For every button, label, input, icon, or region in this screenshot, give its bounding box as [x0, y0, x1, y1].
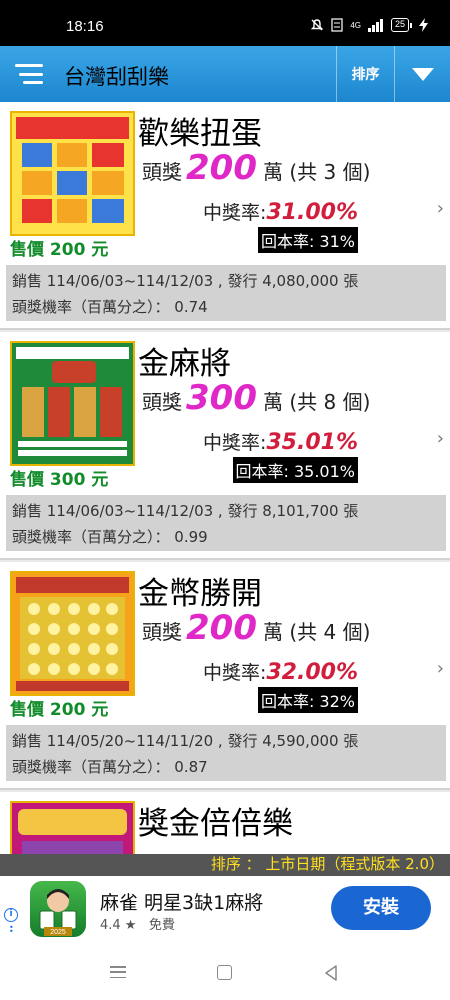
- ad-price: 免費: [148, 918, 175, 933]
- ticket-image: [10, 111, 135, 236]
- sort-status-banner: 排序 ： 上市日期（程式版本 2.0）: [0, 854, 450, 876]
- chevron-right-icon: ›: [436, 428, 444, 449]
- lottery-card[interactable]: 金幣勝開 頭獎 200 萬 (共 4 個) 中獎率:32.00% 回本率: 32% …: [0, 562, 450, 790]
- dropdown-button[interactable]: [394, 46, 450, 102]
- install-button[interactable]: 安裝: [331, 886, 431, 930]
- prize-suffix: 萬 (共 3 個): [262, 160, 371, 184]
- ticket-price: 售價 200 元: [10, 700, 109, 720]
- back-icon[interactable]: [324, 965, 338, 981]
- app-icon[interactable]: 2025: [30, 881, 86, 937]
- lottery-card[interactable]: 金麻將 頭獎 300 萬 (共 8 個) 中獎率:35.01% 回本率: 35.01…: [0, 332, 450, 560]
- hamburger-icon: [15, 64, 43, 84]
- ad-subtitle: 4.4 ★ 免費: [100, 914, 175, 933]
- prize-prefix: 頭獎: [142, 160, 182, 184]
- win-rate-value: 32.00%: [266, 660, 358, 685]
- win-rate-label: 中獎率:: [202, 202, 267, 224]
- ad-rating: 4.4 ★: [100, 918, 137, 933]
- prize-amount: 200: [186, 608, 257, 648]
- app-title: 台灣刮刮樂: [64, 65, 169, 89]
- top-prize: 頭獎 300 萬 (共 8 個): [142, 378, 370, 418]
- volte-icon: [331, 18, 343, 32]
- prize-amount: 300: [186, 378, 257, 418]
- ad-banner[interactable]: i • • 2025 麻雀 明星3缺1麻將 4.4 ★ 免費 安裝: [0, 876, 450, 944]
- system-nav-bar: [0, 944, 450, 1000]
- win-rate-value: 31.00%: [266, 200, 358, 225]
- lottery-card[interactable]: 歡樂扭蛋 頭獎 200 萬 (共 3 個) 中獎率:31.00% 回本率: 31% …: [0, 102, 450, 330]
- ticket-price: 售價 200 元: [10, 240, 109, 260]
- top-prize-odds: 頭獎機率（百萬分之）： 0.87: [12, 758, 208, 776]
- sales-info: 銷售 114/06/03~114/12/03 , 發行 4,080,000 張 …: [6, 265, 446, 321]
- app-bar: 台灣刮刮樂 排序: [0, 46, 450, 102]
- lottery-name: 金麻將: [138, 346, 231, 382]
- win-rate: 中獎率:35.01%: [203, 428, 358, 455]
- return-rate-badge: 回本率: 31%: [257, 227, 358, 253]
- charging-icon: [419, 18, 428, 32]
- ticket-image: [10, 341, 135, 466]
- lottery-name: 歡樂扭蛋: [138, 116, 262, 152]
- prize-prefix: 頭獎: [142, 620, 182, 644]
- prize-suffix: 萬 (共 4 個): [262, 620, 371, 644]
- network-type-label: 4G: [350, 20, 361, 30]
- ticket-image: [10, 801, 135, 854]
- top-prize-odds: 頭獎機率（百萬分之）： 0.74: [12, 298, 208, 316]
- win-rate-value: 35.01%: [266, 430, 358, 455]
- ticket-image: [10, 571, 135, 696]
- lottery-list[interactable]: 歡樂扭蛋 頭獎 200 萬 (共 3 個) 中獎率:31.00% 回本率: 31% …: [0, 102, 450, 854]
- sort-button[interactable]: 排序: [336, 46, 394, 102]
- ticket-price: 售價 300 元: [10, 470, 109, 490]
- status-bar: 18:16 4G 25: [0, 0, 450, 46]
- prize-suffix: 萬 (共 8 個): [262, 390, 371, 414]
- return-rate-badge: 回本率: 35.01%: [232, 457, 358, 483]
- status-icons: 4G 25: [310, 18, 428, 32]
- lottery-card[interactable]: 獎金倍倍樂: [0, 792, 450, 854]
- sales-period: 銷售 114/06/03~114/12/03 , 發行 4,080,000 張: [12, 272, 359, 290]
- status-time: 18:16: [66, 18, 104, 35]
- prize-prefix: 頭獎: [142, 390, 182, 414]
- win-rate: 中獎率:32.00%: [203, 658, 358, 685]
- home-icon[interactable]: [217, 965, 232, 980]
- triangle-down-icon: [411, 67, 434, 81]
- sales-info: 銷售 114/05/20~114/11/20 , 發行 4,590,000 張 …: [6, 725, 446, 781]
- win-rate-label: 中獎率:: [202, 432, 267, 454]
- sales-period: 銷售 114/06/03~114/12/03 , 發行 8,101,700 張: [12, 502, 359, 520]
- ad-info-icon[interactable]: i: [4, 908, 18, 922]
- lottery-name: 獎金倍倍樂: [138, 806, 293, 842]
- menu-button[interactable]: [0, 46, 58, 102]
- recents-icon[interactable]: [110, 966, 126, 978]
- chevron-right-icon: ›: [436, 198, 444, 219]
- chevron-right-icon: ›: [436, 658, 444, 679]
- sales-period: 銷售 114/05/20~114/11/20 , 發行 4,590,000 張: [12, 732, 359, 750]
- lottery-name: 金幣勝開: [138, 576, 262, 612]
- prize-amount: 200: [186, 148, 257, 188]
- signal-icon: [367, 18, 383, 32]
- ad-title[interactable]: 麻雀 明星3缺1麻將: [100, 888, 263, 915]
- win-rate-label: 中獎率:: [202, 662, 267, 684]
- battery-level: 25: [390, 18, 409, 32]
- return-rate-badge: 回本率: 32%: [257, 687, 358, 713]
- win-rate: 中獎率:31.00%: [203, 198, 358, 225]
- mute-icon: [311, 19, 324, 31]
- app-icon-year: 2025: [50, 929, 66, 936]
- top-prize-odds: 頭獎機率（百萬分之）： 0.99: [12, 528, 208, 546]
- top-prize: 頭獎 200 萬 (共 3 個): [142, 148, 370, 188]
- battery-icon: 25: [390, 18, 412, 32]
- top-prize: 頭獎 200 萬 (共 4 個): [142, 608, 370, 648]
- sales-info: 銷售 114/06/03~114/12/03 , 發行 8,101,700 張 …: [6, 495, 446, 551]
- ad-more-icon[interactable]: • •: [9, 924, 14, 936]
